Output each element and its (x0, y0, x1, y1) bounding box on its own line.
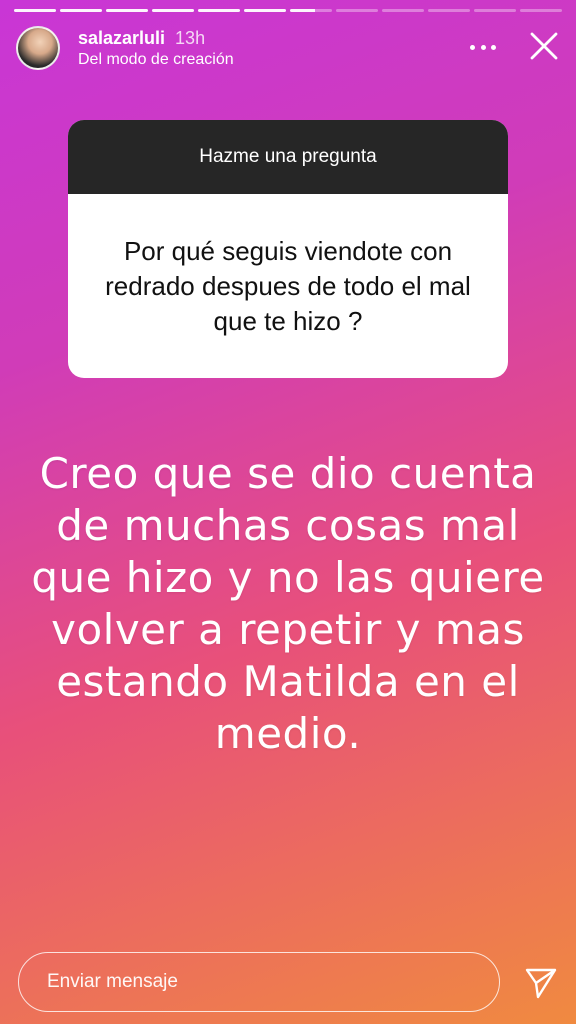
story-progress-segment (382, 9, 424, 12)
story-progress-segment (14, 9, 56, 12)
dot (470, 44, 475, 50)
story-progress-segment (198, 9, 240, 12)
story-progress-segment (106, 9, 148, 12)
story-progress-segment (290, 9, 332, 12)
question-sticker-header: Hazme una pregunta (68, 120, 508, 194)
story-progress-segment (244, 9, 286, 12)
story-progress-segment (152, 9, 194, 12)
answer-text: Creo que se dio cuenta de muchas cosas m… (31, 449, 545, 758)
post-time: 13h (175, 28, 206, 48)
question-text: Por qué seguis viendote con redrado desp… (105, 235, 471, 336)
story-subtitle[interactable]: Del modo de creación (78, 51, 234, 69)
dot (491, 44, 496, 50)
story-progress-bar (14, 9, 562, 12)
message-input[interactable] (18, 952, 500, 1012)
user-row: salazarluli 13h (78, 28, 205, 49)
close-icon[interactable] (528, 30, 560, 62)
story-header: salazarluli 13h Del modo de creación (16, 24, 560, 72)
dot (480, 44, 486, 50)
story-progress-segment (60, 9, 102, 12)
story-footer (18, 952, 558, 1012)
send-icon[interactable] (524, 966, 558, 1000)
avatar[interactable] (16, 26, 60, 70)
question-sticker[interactable]: Hazme una pregunta Por qué seguis viendo… (68, 120, 508, 378)
story-progress-segment (428, 9, 470, 12)
story-progress-segment (336, 9, 378, 12)
story-progress-segment (474, 9, 516, 12)
more-horizontal-icon[interactable] (470, 38, 496, 56)
username[interactable]: salazarluli (78, 28, 165, 48)
story-progress-segment (520, 9, 562, 12)
